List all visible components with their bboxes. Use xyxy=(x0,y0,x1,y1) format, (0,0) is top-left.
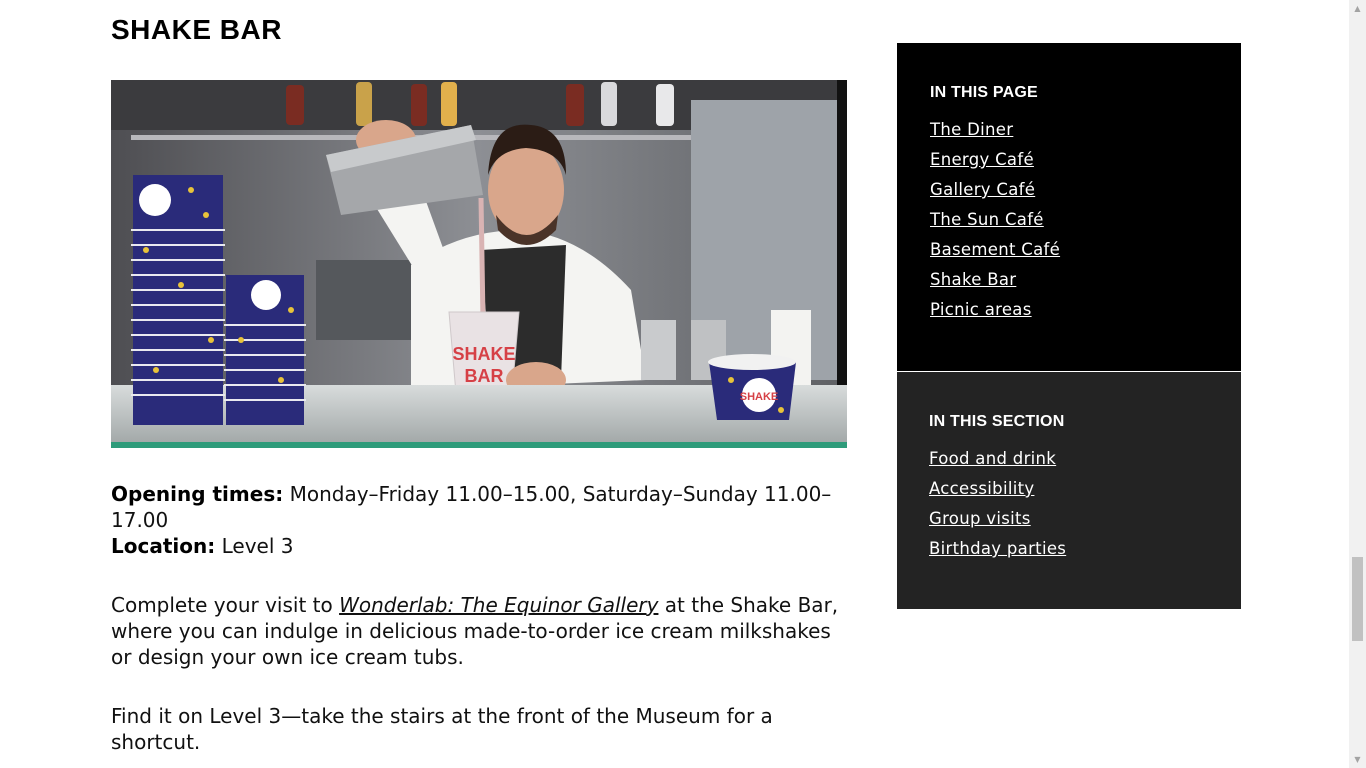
cup-label-bar: BAR xyxy=(465,366,504,386)
link-shake-bar[interactable]: Shake Bar xyxy=(930,270,1016,289)
link-basement-cafe[interactable]: Basement Café xyxy=(930,240,1060,259)
scroll-down-arrow-icon[interactable]: ▼ xyxy=(1349,751,1366,768)
location-label: Location: xyxy=(111,534,216,558)
opening-times-label: Opening times: xyxy=(111,482,284,506)
link-group-visits[interactable]: Group visits xyxy=(929,509,1031,528)
in-this-page-title: IN THIS PAGE xyxy=(930,84,1038,101)
location-value: Level 3 xyxy=(215,534,294,558)
in-this-section-title: IN THIS SECTION xyxy=(929,413,1065,430)
link-accessibility[interactable]: Accessibility xyxy=(929,479,1034,498)
opening-times: Opening times: Monday–Friday 11.00–15.00… xyxy=(111,481,848,533)
list-item: The Sun Café xyxy=(930,210,1060,240)
list-item: Picnic areas xyxy=(930,300,1060,330)
directions-paragraph: Find it on Level 3—take the stairs at th… xyxy=(111,704,773,754)
scroll-thumb[interactable] xyxy=(1352,557,1363,641)
wonderlab-link[interactable]: Wonderlab: The Equinor Gallery xyxy=(339,593,658,617)
cup-label-shake: SHAKE xyxy=(452,344,515,364)
in-this-page-list: The Diner Energy Café Gallery Café The S… xyxy=(930,120,1060,330)
section-heading: SHAKE BAR xyxy=(111,14,282,45)
link-food-and-drink[interactable]: Food and drink xyxy=(929,449,1056,468)
scroll-up-arrow-icon[interactable]: ▲ xyxy=(1349,0,1366,17)
list-item: Basement Café xyxy=(930,240,1060,270)
link-the-sun-cafe[interactable]: The Sun Café xyxy=(930,210,1044,229)
in-this-section-list: Food and drink Accessibility Group visit… xyxy=(929,449,1066,569)
list-item: Shake Bar xyxy=(930,270,1060,300)
link-picnic-areas[interactable]: Picnic areas xyxy=(930,300,1032,319)
link-energy-cafe[interactable]: Energy Café xyxy=(930,150,1034,169)
list-item: Group visits xyxy=(929,509,1066,539)
list-item: Gallery Café xyxy=(930,180,1060,210)
description-paragraph: Complete your visit to Wonderlab: The Eq… xyxy=(111,592,856,670)
shake-bar-photo: SHAKE BAR SHAKE xyxy=(111,80,847,448)
link-birthday-parties[interactable]: Birthday parties xyxy=(929,539,1066,558)
in-this-section-panel: IN THIS SECTION Food and drink Accessibi… xyxy=(897,372,1241,609)
list-item: The Diner xyxy=(930,120,1060,150)
page-scrollbar[interactable]: ▲ ▼ xyxy=(1349,0,1366,768)
link-gallery-cafe[interactable]: Gallery Café xyxy=(930,180,1035,199)
tub-label: SHAKE xyxy=(740,391,779,403)
opening-info: Opening times: Monday–Friday 11.00–15.00… xyxy=(111,481,848,559)
list-item: Food and drink xyxy=(929,449,1066,479)
para1-before: Complete your visit to xyxy=(111,593,340,617)
in-this-page-panel: IN THIS PAGE The Diner Energy Café Galle… xyxy=(897,43,1241,371)
location: Location: Level 3 xyxy=(111,533,848,559)
list-item: Energy Café xyxy=(930,150,1060,180)
list-item: Birthday parties xyxy=(929,539,1066,569)
list-item: Accessibility xyxy=(929,479,1066,509)
link-the-diner[interactable]: The Diner xyxy=(930,120,1013,139)
